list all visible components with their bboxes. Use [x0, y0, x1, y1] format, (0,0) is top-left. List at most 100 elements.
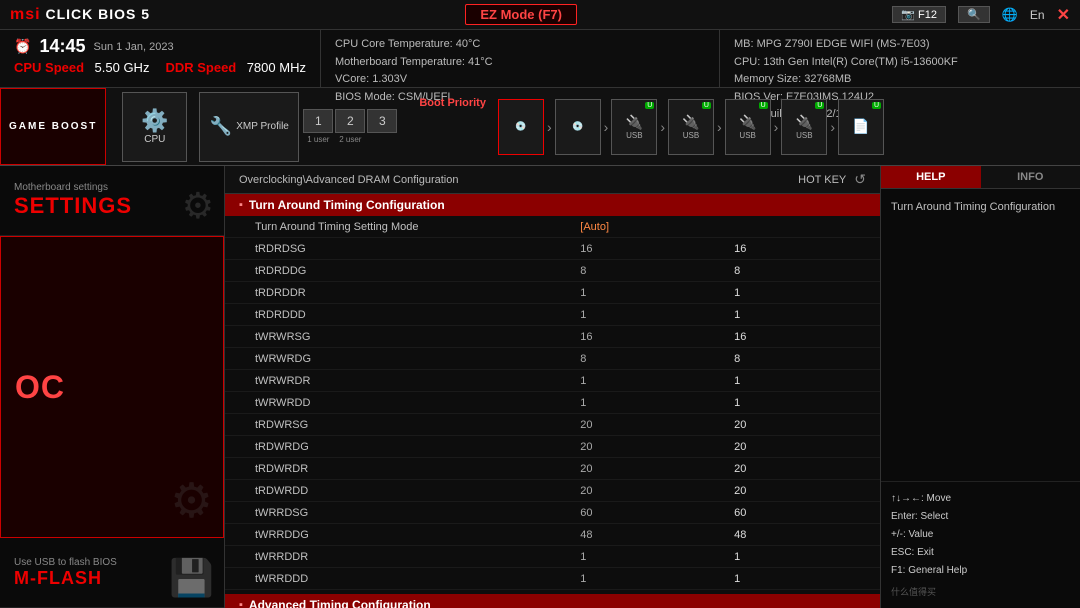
usb-badge-6: U: [815, 102, 824, 109]
boot-icon-6: 🔌: [796, 114, 813, 131]
back-arrow-icon[interactable]: ↺: [854, 171, 866, 188]
row-twrrddg[interactable]: tWRRDDG 48 48: [225, 524, 880, 546]
sidebar-item-oc[interactable]: OC ⚙: [0, 236, 224, 538]
row-trdrdddr[interactable]: tRDRDDR 1 1: [225, 282, 880, 304]
cpu-speed-label: CPU Speed: [14, 60, 84, 75]
boot-item-1[interactable]: 💿: [498, 99, 544, 155]
usb-badge-7: U: [872, 102, 881, 109]
boot-arrow-1: ›: [547, 119, 552, 135]
mflash-label: M-FLASH: [14, 568, 102, 589]
twrwrdr-name: tWRWRDR: [225, 373, 572, 389]
boot-item-6[interactable]: U 🔌 USB: [781, 99, 827, 155]
row-trdwrdr[interactable]: tRDWRDR 20 20: [225, 458, 880, 480]
section-advanced-timing[interactable]: ▪ Advanced Timing Configuration: [225, 594, 880, 608]
trdrdsg-name: tRDRDSG: [225, 241, 572, 257]
help-text: Turn Around Timing Configuration: [881, 189, 1080, 481]
section-turn-around[interactable]: ▪ Turn Around Timing Configuration: [225, 194, 880, 216]
ram-icon: 🔧: [210, 116, 232, 137]
f12-button[interactable]: 📷 F12: [892, 6, 946, 23]
key-enter: Enter: Select: [891, 508, 1070, 526]
xmp-profile-button[interactable]: 🔧 XMP Profile: [199, 92, 299, 162]
boot-icon-2: 💿: [572, 121, 583, 132]
oc-label: OC: [15, 369, 65, 406]
trdrdddr-val2: 1: [726, 285, 880, 301]
key-move: ↑↓→←: Move: [891, 490, 1070, 508]
cpu-temp: CPU Core Temperature: 40°C: [335, 36, 705, 54]
row-trdrddd[interactable]: tRDRDDD 1 1: [225, 304, 880, 326]
boot-item-4[interactable]: U 🔌 USB: [668, 99, 714, 155]
close-button[interactable]: ✕: [1057, 5, 1070, 25]
boot-icon-3: 🔌: [626, 114, 643, 131]
boot-item-7[interactable]: U 📄: [838, 99, 884, 155]
ez-mode-label[interactable]: EZ Mode (F7): [465, 4, 577, 25]
boot-label-4: USB: [683, 131, 699, 140]
key-help-hint: F1: General Help: [891, 565, 967, 576]
row-twrwrsg[interactable]: tWRWRSG 16 16: [225, 326, 880, 348]
oc-icon: ⚙: [170, 473, 213, 529]
trdwrdg-val2: 20: [726, 439, 880, 455]
language-label[interactable]: En: [1030, 8, 1045, 22]
twrrddd-val1: 1: [572, 571, 726, 587]
cpu-boost-label: CPU: [144, 134, 165, 145]
row-twrrdsg[interactable]: tWRRDSG 60 60: [225, 502, 880, 524]
boot-items: 💿 › 💿 › U 🔌 USB › U 🔌 USB › U 🔌 USB: [498, 99, 884, 155]
tab-info[interactable]: INFO: [981, 166, 1080, 188]
boot-icon-4: 🔌: [682, 114, 699, 131]
row-twrwrdd[interactable]: tWRWRDD 1 1: [225, 392, 880, 414]
usb-badge-3: U: [645, 102, 654, 109]
key-enter-hint: Enter: Select: [891, 511, 948, 522]
row-timing-mode[interactable]: Turn Around Timing Setting Mode [Auto]: [225, 216, 880, 238]
trdrdddg-val2: 8: [726, 263, 880, 279]
expand-icon-1: ▪: [239, 199, 243, 211]
cpu-speed-value: 5.50 GHz: [95, 60, 150, 75]
ddr-speed-label: DDR Speed: [165, 60, 236, 75]
boot-icon-1: 💿: [515, 121, 526, 132]
xmp-num-1[interactable]: 1: [303, 109, 333, 133]
globe-icon: 🌐: [1002, 7, 1018, 23]
xmp-num-2[interactable]: 2: [335, 109, 365, 133]
help-keys: ↑↓→←: Move Enter: Select +/-: Value ESC:…: [881, 481, 1080, 608]
twrwrdd-name: tWRWRDD: [225, 395, 572, 411]
boot-arrow-5: ›: [774, 119, 779, 135]
search-button[interactable]: 🔍: [958, 6, 990, 23]
info-bar: ⏰ 14:45 Sun 1 Jan, 2023 CPU Speed 5.50 G…: [0, 30, 1080, 88]
row-twrwrdg[interactable]: tWRWRDG 8 8: [225, 348, 880, 370]
cpu-boost-button[interactable]: ⚙️ CPU: [122, 92, 187, 162]
twrrdsg-val2: 60: [726, 505, 880, 521]
twrwrsg-name: tWRWRSG: [225, 329, 572, 345]
trdwrdd-val1: 20: [572, 483, 726, 499]
boot-item-2[interactable]: 💿: [555, 99, 601, 155]
tab-help[interactable]: HELP: [881, 166, 981, 188]
boot-item-3[interactable]: U 🔌 USB: [611, 99, 657, 155]
content-scroll[interactable]: ▪ Turn Around Timing Configuration Turn …: [225, 194, 880, 608]
row-twrrddd[interactable]: tWRRDDD 1 1: [225, 568, 880, 590]
boot-item-5[interactable]: U 🔌 USB: [725, 99, 771, 155]
sidebar: Motherboard settings SETTINGS ⚙ OC ⚙ Use…: [0, 166, 225, 608]
row-trdwrdd[interactable]: tRDWRDD 20 20: [225, 480, 880, 502]
boot-label-3: USB: [626, 131, 642, 140]
system-date: Sun 1 Jan, 2023: [93, 41, 173, 53]
twrrdsg-name: tWRRDSG: [225, 505, 572, 521]
sidebar-item-mflash[interactable]: Use USB to flash BIOS M-FLASH 💾: [0, 538, 224, 608]
sidebar-item-settings[interactable]: Motherboard settings SETTINGS ⚙: [0, 166, 224, 236]
top-bar: msi CLICK BIOS 5 EZ Mode (F7) 📷 F12 🔍 🌐 …: [0, 0, 1080, 30]
row-trdwrsg[interactable]: tRDWRSG 20 20: [225, 414, 880, 436]
breadcrumb-path: Overclocking\Advanced DRAM Configuration: [239, 174, 459, 186]
key-value: +/-: Value: [891, 526, 1070, 544]
trdwrdr-val1: 20: [572, 461, 726, 477]
xmp-num-3[interactable]: 3: [367, 109, 397, 133]
row-twrwrdr[interactable]: tWRWRDR 1 1: [225, 370, 880, 392]
settings-label: SETTINGS: [14, 193, 132, 219]
trdwrdg-val1: 20: [572, 439, 726, 455]
twrrddd-name: tWRRDDD: [225, 571, 572, 587]
memory-size: Memory Size: 32768MB: [734, 71, 1066, 89]
row-trdrdddg[interactable]: tRDRDDG 8 8: [225, 260, 880, 282]
row-trdrdsg[interactable]: tRDRDSG 16 16: [225, 238, 880, 260]
boot-label-5: USB: [739, 131, 755, 140]
row-trdwrdg[interactable]: tRDWRDG 20 20: [225, 436, 880, 458]
row-twrrddr[interactable]: tWRRDDR 1 1: [225, 546, 880, 568]
twrwrdd-val1: 1: [572, 395, 726, 411]
trdrdddg-val1: 8: [572, 263, 726, 279]
trdrdsg-val1: 16: [572, 241, 726, 257]
twrrddr-val2: 1: [726, 549, 880, 565]
